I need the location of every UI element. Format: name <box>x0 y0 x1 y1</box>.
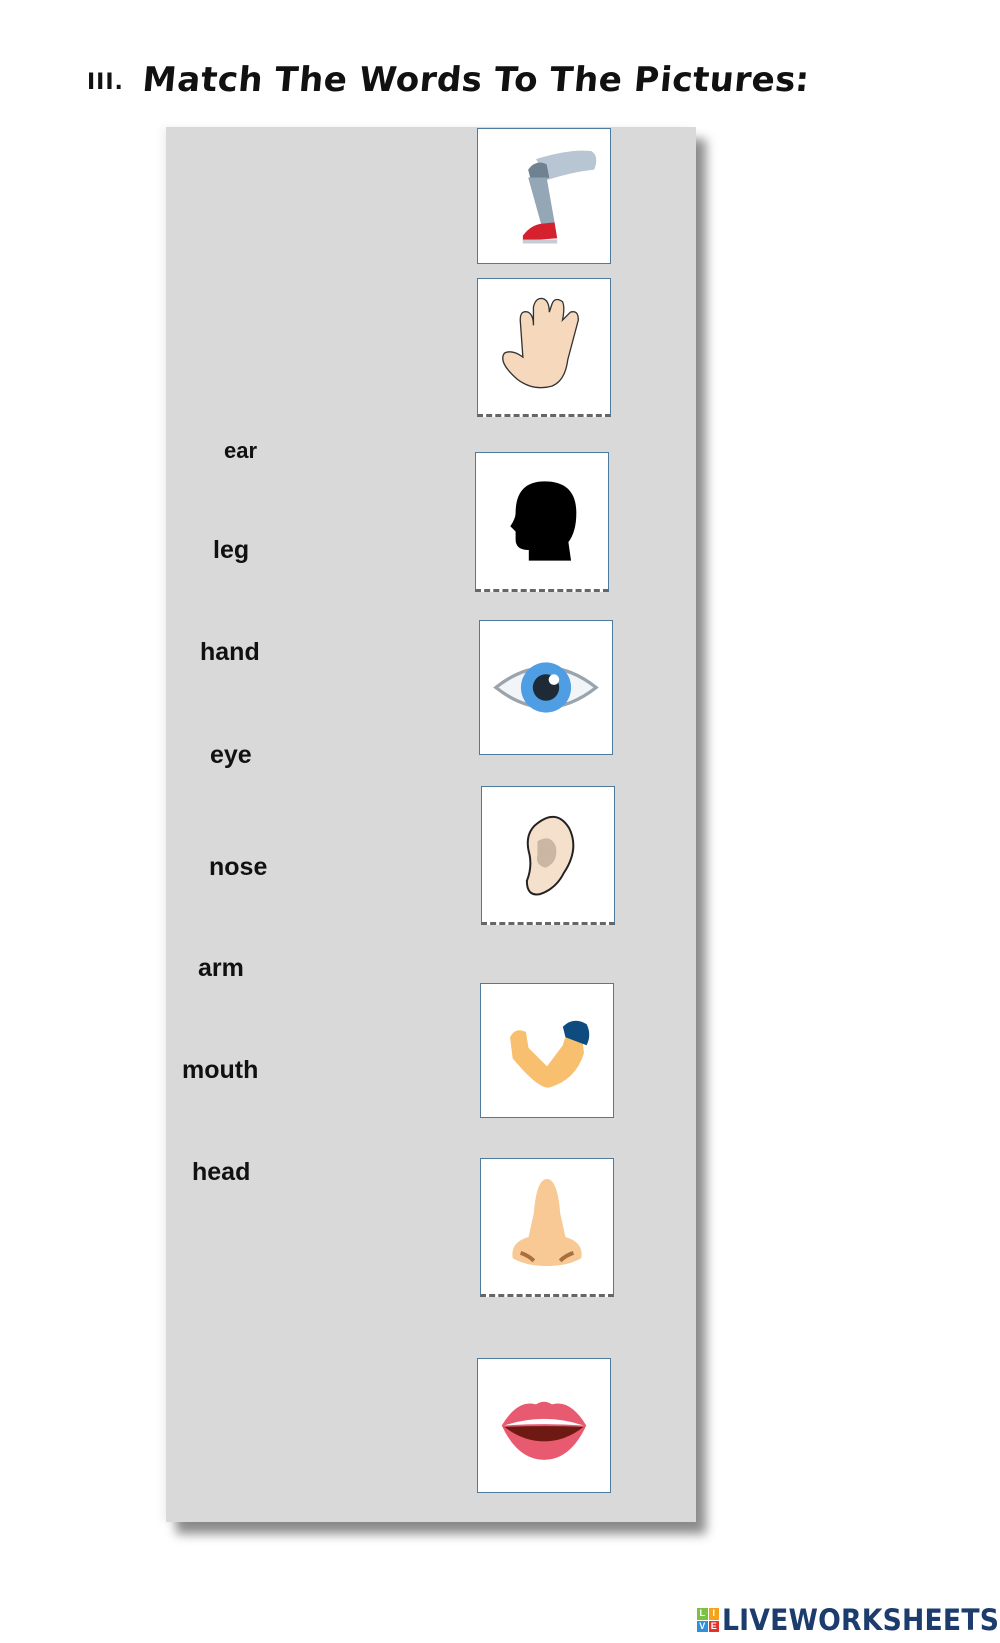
picture-box-arm[interactable] <box>480 983 614 1118</box>
word-leg[interactable]: leg <box>213 538 249 563</box>
page-title: Match The Words To The Pictures: <box>140 60 812 100</box>
logo-tile-l: L <box>697 1608 708 1620</box>
picture-box-mouth[interactable] <box>477 1358 611 1493</box>
picture-box-nose[interactable] <box>480 1158 614 1297</box>
picture-box-leg[interactable] <box>477 128 611 264</box>
leg-picture-icon <box>522 150 597 244</box>
arm-picture-icon <box>510 1020 590 1088</box>
head-picture-icon <box>510 481 577 561</box>
hand-picture-icon <box>502 297 579 389</box>
ear-picture-icon <box>525 815 575 896</box>
word-arm[interactable]: arm <box>198 956 244 981</box>
picture-box-ear[interactable] <box>481 786 615 925</box>
word-mouth[interactable]: mouth <box>182 1058 258 1083</box>
word-hand[interactable]: hand <box>200 640 260 665</box>
word-nose[interactable]: nose <box>209 855 267 880</box>
logo-tile-i: I <box>708 1608 719 1620</box>
word-eye[interactable]: eye <box>210 743 252 768</box>
mouth-picture-icon <box>501 1401 587 1460</box>
word-head[interactable]: head <box>192 1160 250 1185</box>
logo-text: LIVEWORKSHEETS <box>722 1603 1000 1637</box>
matching-panel <box>166 127 696 1522</box>
logo-tile-e: E <box>708 1620 719 1632</box>
liveworksheets-logo: L I V E LIVEWORKSHEETS <box>697 1603 1000 1637</box>
picture-box-head[interactable] <box>475 452 609 592</box>
eye-picture-icon <box>493 662 599 713</box>
logo-tile-v: V <box>697 1620 708 1632</box>
nose-picture-icon <box>512 1178 582 1267</box>
section-number: III. <box>87 70 124 95</box>
word-ear[interactable]: ear <box>224 440 257 462</box>
logo-icon: L I V E <box>697 1608 719 1632</box>
picture-box-hand[interactable] <box>477 278 611 417</box>
picture-box-eye[interactable] <box>479 620 613 755</box>
